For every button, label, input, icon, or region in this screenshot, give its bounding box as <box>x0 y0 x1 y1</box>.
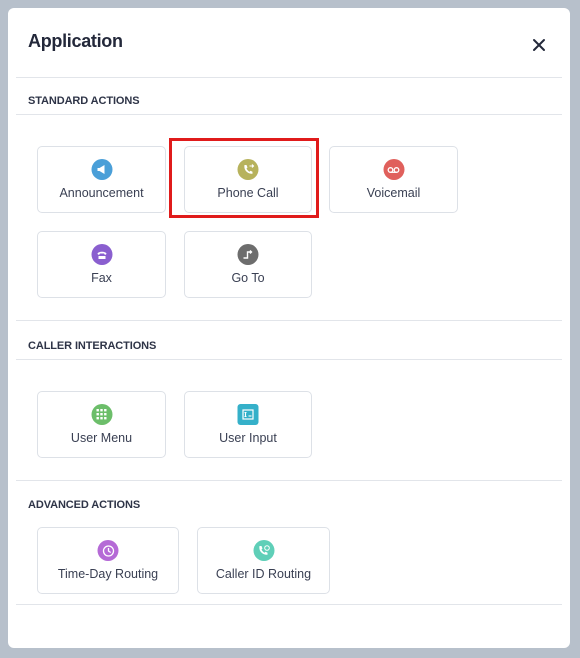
caller-id-icon <box>253 540 274 561</box>
keypad-icon <box>91 404 112 425</box>
tile-caller-id-routing[interactable]: Caller ID Routing <box>197 527 330 594</box>
tile-label: Time-Day Routing <box>57 567 159 581</box>
tile-label: Announcement <box>59 186 144 200</box>
divider <box>16 359 562 360</box>
tile-time-day-routing[interactable]: Time-Day Routing <box>37 527 179 594</box>
tile-announcement[interactable]: Announcement <box>37 146 166 213</box>
section-label-advanced-actions: ADVANCED ACTIONS <box>28 499 141 511</box>
tile-label: User Input <box>219 431 277 445</box>
voicemail-icon <box>383 159 404 180</box>
tile-phone-call[interactable]: Phone Call <box>184 146 312 213</box>
application-dialog: Application STANDARD ACTIONS Announcemen… <box>8 8 570 648</box>
dialog-header: Application <box>8 8 570 84</box>
clock-icon <box>97 540 119 561</box>
tile-label: Voicemail <box>366 186 421 200</box>
close-icon[interactable] <box>528 34 550 56</box>
tile-label: Caller ID Routing <box>215 567 312 581</box>
tile-user-menu[interactable]: User Menu <box>37 391 166 458</box>
megaphone-icon <box>91 159 112 180</box>
tile-voicemail[interactable]: Voicemail <box>329 146 458 213</box>
section-label-caller-interactions: CALLER INTERACTIONS <box>28 340 157 352</box>
section-label-standard-actions: STANDARD ACTIONS <box>28 95 140 107</box>
goto-step-icon <box>237 244 259 265</box>
dialog-title: Application <box>28 31 123 51</box>
divider <box>16 480 562 481</box>
fax-icon <box>91 244 112 265</box>
tile-go-to[interactable]: Go To <box>184 231 312 298</box>
divider <box>16 114 562 115</box>
tile-user-input[interactable]: User Input <box>184 391 312 458</box>
tile-fax[interactable]: Fax <box>37 231 166 298</box>
divider <box>16 77 562 78</box>
input-icon <box>237 404 259 425</box>
phone-forward-icon <box>237 159 259 180</box>
divider <box>16 320 562 321</box>
tile-label: Fax <box>91 271 112 285</box>
tile-label: Phone Call <box>217 186 279 200</box>
tile-label: Go To <box>231 271 265 285</box>
divider <box>16 604 562 605</box>
tile-label: User Menu <box>70 431 133 445</box>
